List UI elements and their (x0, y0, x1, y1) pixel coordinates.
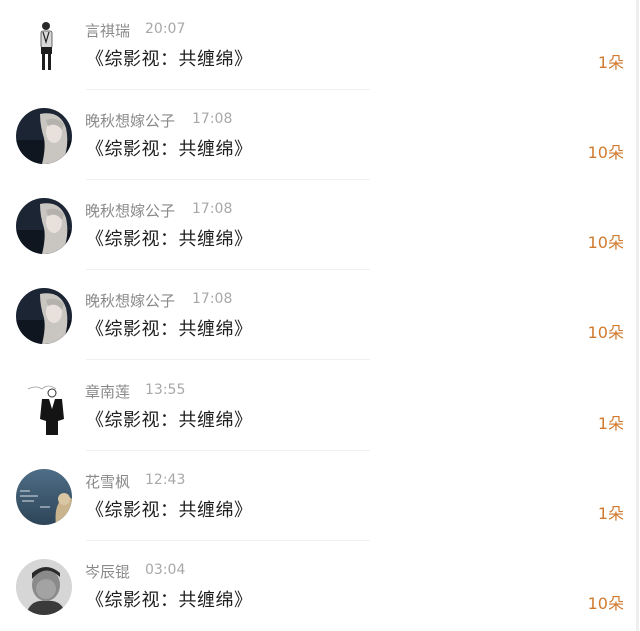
divider (86, 359, 370, 360)
gift-count: 10朵 (587, 594, 624, 613)
list-item[interactable]: 晚秋想嫁公子 17:08 《综影视：共缠绵》 10朵 (0, 90, 640, 180)
night-sky-avatar-icon[interactable] (16, 469, 72, 525)
timestamp: 17:08 (192, 291, 233, 307)
timestamp: 17:08 (192, 201, 233, 217)
user-name[interactable]: 言祺瑞 (85, 20, 130, 41)
user-name[interactable]: 花雪枫 (85, 471, 130, 492)
list-item[interactable]: 晚秋想嫁公子 17:08 《综影视：共缠绵》 10朵 (0, 270, 640, 360)
book-title[interactable]: 《综影视：共缠绵》 (86, 225, 253, 251)
scrollbar[interactable] (636, 0, 639, 631)
timestamp: 03:04 (145, 562, 186, 578)
user-name[interactable]: 章南莲 (85, 381, 130, 402)
girl-portrait-avatar-icon[interactable] (16, 198, 72, 254)
book-title[interactable]: 《综影视：共缠绵》 (86, 496, 253, 522)
user-name[interactable]: 晚秋想嫁公子 (85, 290, 175, 311)
bw-figure-avatar-icon[interactable] (16, 18, 72, 74)
book-title[interactable]: 《综影视：共缠绵》 (86, 45, 253, 71)
girl-portrait-avatar-icon[interactable] (16, 288, 72, 344)
sketch-figure-avatar-icon[interactable] (16, 379, 72, 435)
gift-count: 10朵 (587, 233, 624, 252)
timestamp: 12:43 (145, 472, 186, 488)
user-name[interactable]: 晚秋想嫁公子 (85, 200, 175, 221)
book-title[interactable]: 《综影视：共缠绵》 (86, 135, 253, 161)
list-item[interactable]: 言祺瑞 20:07 《综影视：共缠绵》 1朵 (0, 0, 640, 90)
gift-count: 10朵 (587, 323, 624, 342)
gift-count: 1朵 (597, 504, 624, 523)
gift-count: 1朵 (597, 414, 624, 433)
timestamp: 17:08 (192, 111, 233, 127)
list-item[interactable]: 花雪枫 12:43 《综影视：共缠绵》 1朵 (0, 451, 640, 541)
user-name[interactable]: 晚秋想嫁公子 (85, 110, 175, 131)
user-name[interactable]: 岑辰锟 (85, 561, 130, 582)
girl-portrait-avatar-icon[interactable] (16, 108, 72, 164)
gift-record-list: 言祺瑞 20:07 《综影视：共缠绵》 1朵 晚秋想嫁公子 17:08 《综影视… (0, 0, 640, 631)
book-title[interactable]: 《综影视：共缠绵》 (86, 315, 253, 341)
gift-count: 10朵 (587, 143, 624, 162)
man-portrait-avatar-icon[interactable] (16, 559, 72, 615)
list-item[interactable]: 章南莲 13:55 《综影视：共缠绵》 1朵 (0, 361, 640, 451)
gift-count: 1朵 (597, 53, 624, 72)
list-item[interactable]: 晚秋想嫁公子 17:08 《综影视：共缠绵》 10朵 (0, 180, 640, 270)
timestamp: 20:07 (145, 21, 186, 37)
timestamp: 13:55 (145, 382, 186, 398)
list-item[interactable]: 岑辰锟 03:04 《综影视：共缠绵》 10朵 (0, 541, 640, 631)
book-title[interactable]: 《综影视：共缠绵》 (86, 586, 253, 612)
book-title[interactable]: 《综影视：共缠绵》 (86, 406, 253, 432)
